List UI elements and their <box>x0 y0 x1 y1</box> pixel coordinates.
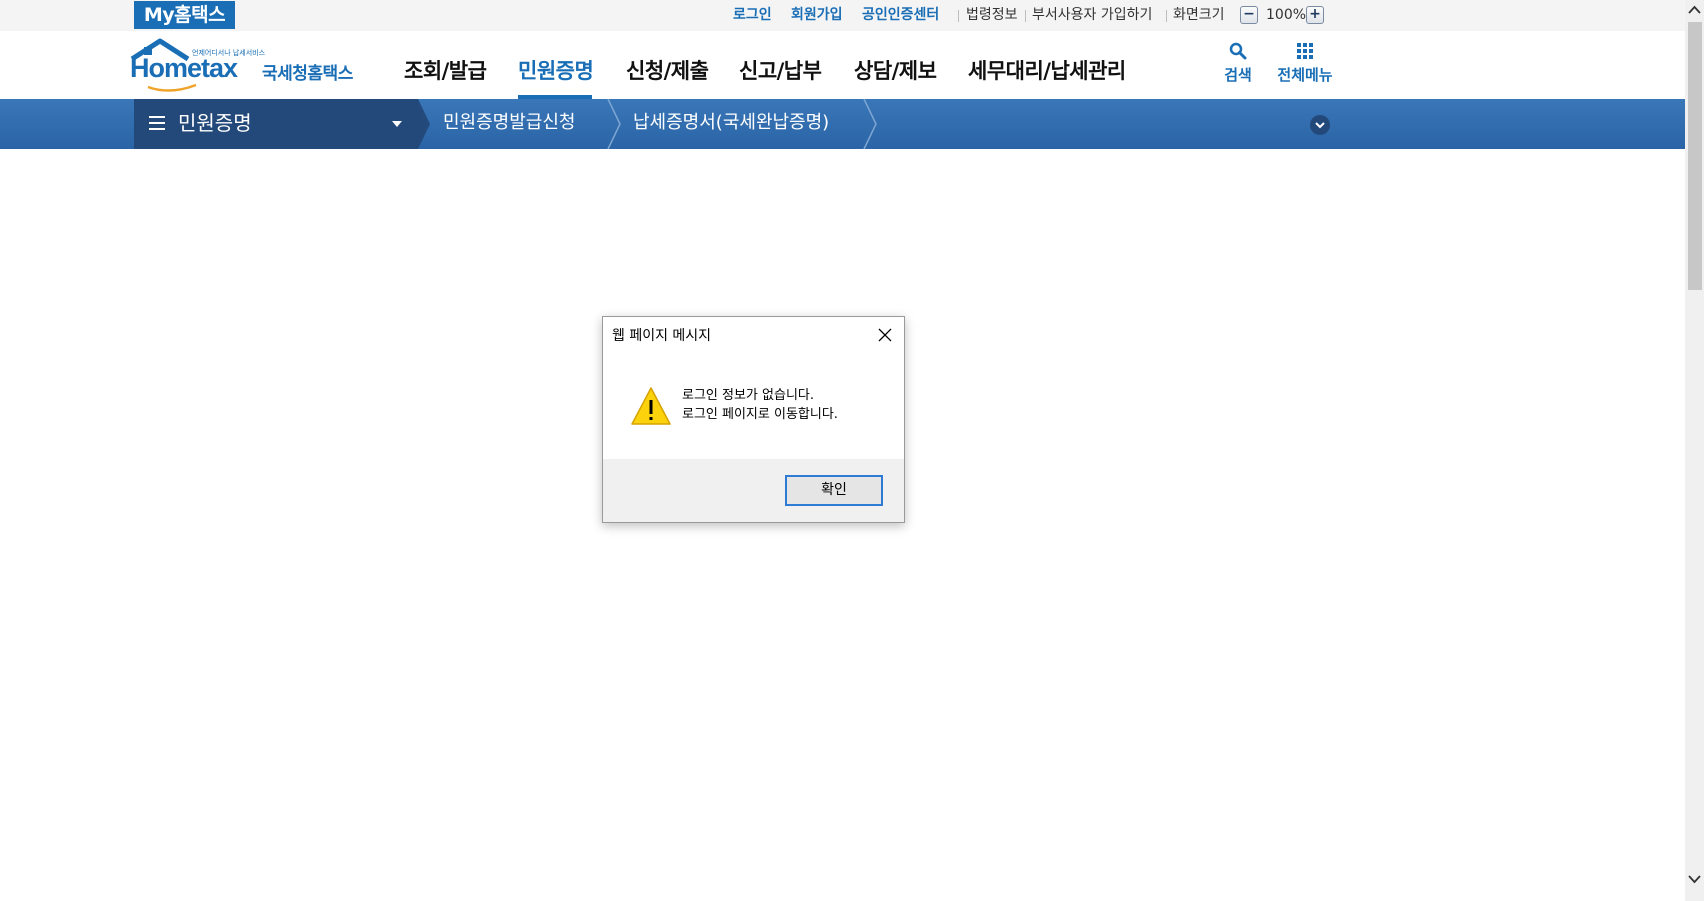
minus-icon: − <box>1243 6 1255 22</box>
logo-name: 국세청홈택스 <box>262 64 353 84</box>
hometax-logo[interactable]: Hometax 언제어디서나 납세서비스 국세청홈택스 <box>130 37 370 93</box>
warning-icon <box>631 387 671 425</box>
dialog-message-line1: 로그인 정보가 없습니다. <box>682 388 814 403</box>
web-page-message-dialog: 웹 페이지 메시지 로그인 정보가 없습니다. 로그인 페이지로 이동합니다. … <box>602 316 905 523</box>
grid-menu-icon <box>1297 43 1313 59</box>
search-button[interactable]: 검색 <box>1218 42 1258 85</box>
dialog-footer: 확인 <box>603 459 904 522</box>
nav-inquiry[interactable]: 조회/발급 <box>404 55 487 85</box>
breadcrumb-item-tax-certificate[interactable]: 납세증명서(국세완납증명) <box>633 107 829 139</box>
login-link[interactable]: 로그인 <box>733 5 772 25</box>
breadcrumb-expand-button[interactable] <box>1310 115 1330 135</box>
chevron-down-icon <box>1315 122 1325 129</box>
nav-tax-agent[interactable]: 세무대리/납세관리 <box>968 55 1126 85</box>
all-menu-label: 전체메뉴 <box>1277 66 1333 84</box>
breadcrumb-chevron-icon <box>863 99 877 149</box>
dropdown-arrow-icon <box>392 121 402 127</box>
all-menu-button[interactable]: 전체메뉴 <box>1270 42 1340 85</box>
breadcrumb-item-issue-request[interactable]: 민원증명발급신청 <box>443 107 575 139</box>
scroll-up-arrow-icon[interactable] <box>1686 2 1703 19</box>
divider <box>1166 10 1167 22</box>
utility-links: 로그인 회원가입 공인인증센터 법령정보 부서사용자 가입하기 화면크기 − 1… <box>0 0 1704 30</box>
dialog-title: 웹 페이지 메시지 <box>612 328 712 344</box>
screen-size-label: 화면크기 <box>1173 7 1225 23</box>
dialog-message-line2: 로그인 페이지로 이동합니다. <box>682 407 838 422</box>
search-label: 검색 <box>1224 66 1252 84</box>
zoom-in-button[interactable]: + <box>1306 6 1324 24</box>
logo-tagline: 언제어디서나 납세서비스 <box>192 49 266 57</box>
hamburger-icon <box>149 116 165 130</box>
law-info-link[interactable]: 법령정보 <box>966 5 1018 25</box>
dept-user-signup-link[interactable]: 부서사용자 가입하기 <box>1032 5 1152 25</box>
breadcrumb-chevron-icon <box>416 99 430 149</box>
scroll-down-arrow-icon[interactable] <box>1686 870 1703 887</box>
ok-button[interactable]: 확인 <box>785 475 883 506</box>
breadcrumb-main-menu[interactable] <box>134 99 418 149</box>
divider <box>1025 10 1026 22</box>
nav-civil-certificate[interactable]: 민원증명 <box>518 55 594 85</box>
breadcrumb-main-label: 민원증명 <box>178 111 252 135</box>
scrollbar-thumb[interactable] <box>1688 22 1702 290</box>
ok-button-label: 확인 <box>821 482 847 498</box>
zoom-out-button[interactable]: − <box>1240 6 1258 24</box>
cert-center-link[interactable]: 공인인증센터 <box>862 5 939 25</box>
nav-application[interactable]: 신청/제출 <box>626 55 709 85</box>
dialog-message: 로그인 정보가 없습니다. 로그인 페이지로 이동합니다. <box>682 386 838 424</box>
nav-consult[interactable]: 상담/제보 <box>854 55 937 85</box>
zoom-level: 100% <box>1266 7 1307 23</box>
plus-icon: + <box>1309 6 1321 22</box>
breadcrumb-chevron-icon <box>607 99 621 149</box>
divider <box>958 10 959 22</box>
close-icon[interactable] <box>874 324 896 346</box>
signup-link[interactable]: 회원가입 <box>791 5 843 25</box>
search-icon <box>1229 42 1247 60</box>
nav-report-payment[interactable]: 신고/납부 <box>739 55 822 85</box>
